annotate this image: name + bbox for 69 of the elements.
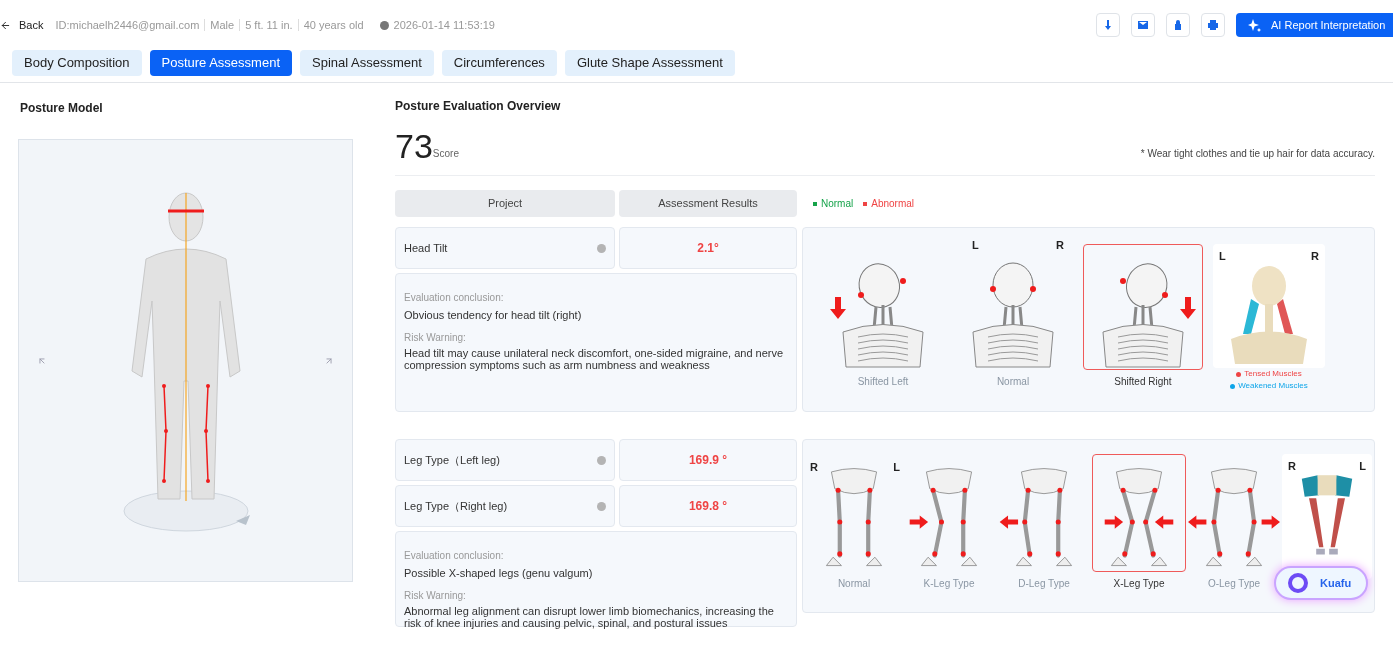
side-label: R (1288, 459, 1296, 474)
tab[interactable]: Body Composition (12, 50, 142, 76)
download-button[interactable] (1096, 13, 1120, 37)
conclusion-text: Possible X-shaped legs (genu valgum) (404, 566, 594, 581)
option-label: D-Leg Type (1018, 577, 1070, 591)
legend-label: Abnormal (871, 197, 915, 211)
ai-report-button[interactable]: AI Report Interpretation (1236, 13, 1393, 37)
measure-value: 169.9 ° (619, 439, 797, 481)
measure-label: Leg Type（Left leg) (404, 452, 500, 468)
risk-label: Risk Warning: (404, 330, 467, 345)
column-header: Assessment Results (619, 190, 797, 217)
tab[interactable]: Glute Shape Assessment (564, 50, 735, 76)
measure-label: Leg Type（Right leg) (404, 498, 508, 514)
conclusion-text: Obvious tendency for head tilt (right) (404, 308, 583, 323)
download-icon (1103, 20, 1113, 30)
print-button[interactable] (1201, 13, 1225, 37)
info-icon[interactable] (597, 243, 606, 253)
side-label: L (1219, 249, 1226, 264)
lock-icon (1173, 20, 1183, 30)
option-label: O-Leg Type (1207, 577, 1261, 591)
side-label: R (810, 460, 818, 475)
mail-icon (1138, 20, 1148, 30)
info-icon[interactable] (597, 501, 606, 511)
score-label: Score (432, 148, 459, 161)
profile-info: 40 years old (303, 17, 364, 33)
lock-button[interactable] (1166, 13, 1190, 37)
risk-text: Head tilt may cause unilateral neck discomfort, one-sided migraine, and nerve compression symptoms such as arm numbness and weakness (404, 346, 785, 371)
tab[interactable]: Circumferences (441, 50, 557, 76)
side-label: R (1056, 238, 1064, 253)
side-label: L (1359, 459, 1366, 474)
legend-label: Normal (821, 197, 854, 211)
legend-label: Tensed Muscles (1244, 368, 1302, 380)
legend-label: Weakened Muscles (1238, 380, 1308, 392)
conclusion-label: Evaluation conclusion: (404, 549, 505, 563)
back-arrow-icon (0, 19, 11, 31)
sparkle-icon (1248, 18, 1261, 32)
option-label: Normal (837, 577, 871, 591)
option-label: X-Leg Type (1113, 577, 1165, 591)
risk-text: Abnormal leg alignment can disrupt lower limb biomechanics, increasing the risk of knee injuries and causing pelvic, spinal, and postural issues (404, 604, 775, 629)
option-label: Shifted Left (857, 375, 909, 389)
measure-value: 169.8 ° (619, 485, 797, 527)
section-title: Posture Evaluation Overview (395, 98, 562, 115)
option-label: K-Leg Type (923, 577, 975, 591)
profile-info: Male (210, 17, 235, 33)
profile-info: 5 ft. 11 in. (245, 17, 293, 33)
risk-label: Risk Warning: (404, 588, 467, 603)
back-button[interactable]: Back (0, 16, 56, 34)
tab[interactable]: Spinal Assessment (300, 50, 434, 76)
posture-option[interactable]: R L (807, 454, 901, 572)
option-label: Shifted Right (1114, 375, 1172, 389)
info-icon[interactable] (597, 455, 606, 465)
measure-label: Head Tilt (404, 240, 448, 256)
column-header: Project (395, 190, 615, 217)
hint-text: * Wear tight clothes and tie up hair for data accuracy. (1140, 147, 1375, 161)
score-value: 73 (395, 129, 433, 163)
section-title: Posture Model (20, 100, 104, 117)
assistant-button[interactable]: Kuafu (1274, 566, 1368, 600)
posture-option[interactable] (1083, 244, 1203, 370)
tab[interactable]: Posture Assessment (149, 50, 292, 76)
timestamp: 2026-01-14 11:53:19 (393, 17, 495, 33)
option-label: Normal (996, 375, 1030, 389)
side-label: L (972, 238, 979, 253)
assistant-logo-icon (1288, 573, 1308, 593)
conclusion-label: Evaluation conclusion: (404, 291, 505, 305)
side-label: L (893, 460, 900, 475)
profile-info: ID:michaelh2446@gmail.com (55, 17, 200, 33)
mail-button[interactable] (1131, 13, 1155, 37)
measure-value: 2.1° (619, 227, 797, 269)
side-label: R (1311, 249, 1319, 264)
